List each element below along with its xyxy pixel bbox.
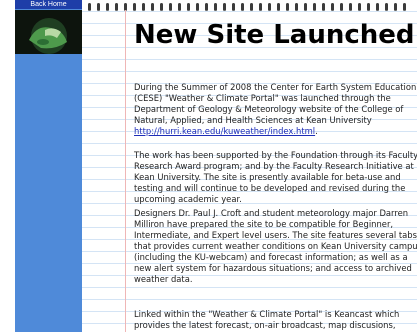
- spiral-ring: [331, 3, 334, 11]
- spiral-ring: [385, 3, 388, 11]
- spiral-ring: [88, 3, 91, 11]
- spiral-ring: [394, 3, 397, 11]
- margin-line: [125, 10, 126, 332]
- spiral-binding-icon: [82, 0, 417, 11]
- spiral-ring: [322, 3, 325, 11]
- paragraph-keancast: Linked within the "Weather & Climate Por…: [134, 309, 400, 330]
- spiral-ring: [178, 3, 181, 11]
- spiral-ring: [304, 3, 307, 11]
- globe-icon: [15, 10, 82, 54]
- spiral-ring: [133, 3, 136, 11]
- spiral-ring: [277, 3, 280, 11]
- notebook-page: New Site Launched! During the Summer of …: [82, 0, 417, 332]
- spiral-ring: [142, 3, 145, 11]
- spiral-ring: [106, 3, 109, 11]
- paragraph-launch: During the Summer of 2008 the Center for…: [134, 82, 417, 137]
- spiral-ring: [196, 3, 199, 11]
- spiral-ring: [358, 3, 361, 11]
- spiral-ring: [295, 3, 298, 11]
- spiral-ring: [223, 3, 226, 11]
- page-title: New Site Launched!: [134, 20, 417, 50]
- spiral-ring: [367, 3, 370, 11]
- spiral-ring: [286, 3, 289, 11]
- spiral-ring: [403, 3, 406, 11]
- sidebar: Back Home: [15, 0, 82, 332]
- spiral-ring: [115, 3, 118, 11]
- spiral-ring: [187, 3, 190, 11]
- paragraph-support: The work has been supported by the Found…: [134, 150, 417, 204]
- launch-text-end: .: [315, 126, 318, 136]
- spiral-ring: [169, 3, 172, 11]
- paragraph-designers: Designers Dr. Paul J. Croft and student …: [134, 208, 417, 284]
- spiral-ring: [232, 3, 235, 11]
- spiral-ring: [349, 3, 352, 11]
- spiral-ring: [151, 3, 154, 11]
- spiral-ring: [340, 3, 343, 11]
- portal-link[interactable]: http://hurri.kean.edu/kuweather/index.ht…: [134, 126, 315, 136]
- spiral-ring: [259, 3, 262, 11]
- spiral-ring: [160, 3, 163, 11]
- page: Back Home New Site Launched! During the …: [0, 0, 417, 332]
- spiral-ring: [241, 3, 244, 11]
- spiral-ring: [250, 3, 253, 11]
- spiral-ring: [205, 3, 208, 11]
- spiral-ring: [214, 3, 217, 11]
- spiral-ring: [376, 3, 379, 11]
- launch-text: During the Summer of 2008 the Center for…: [134, 82, 417, 125]
- back-home-button[interactable]: Back Home: [15, 0, 82, 9]
- spiral-ring: [313, 3, 316, 11]
- spiral-ring: [97, 3, 100, 11]
- spiral-ring: [268, 3, 271, 11]
